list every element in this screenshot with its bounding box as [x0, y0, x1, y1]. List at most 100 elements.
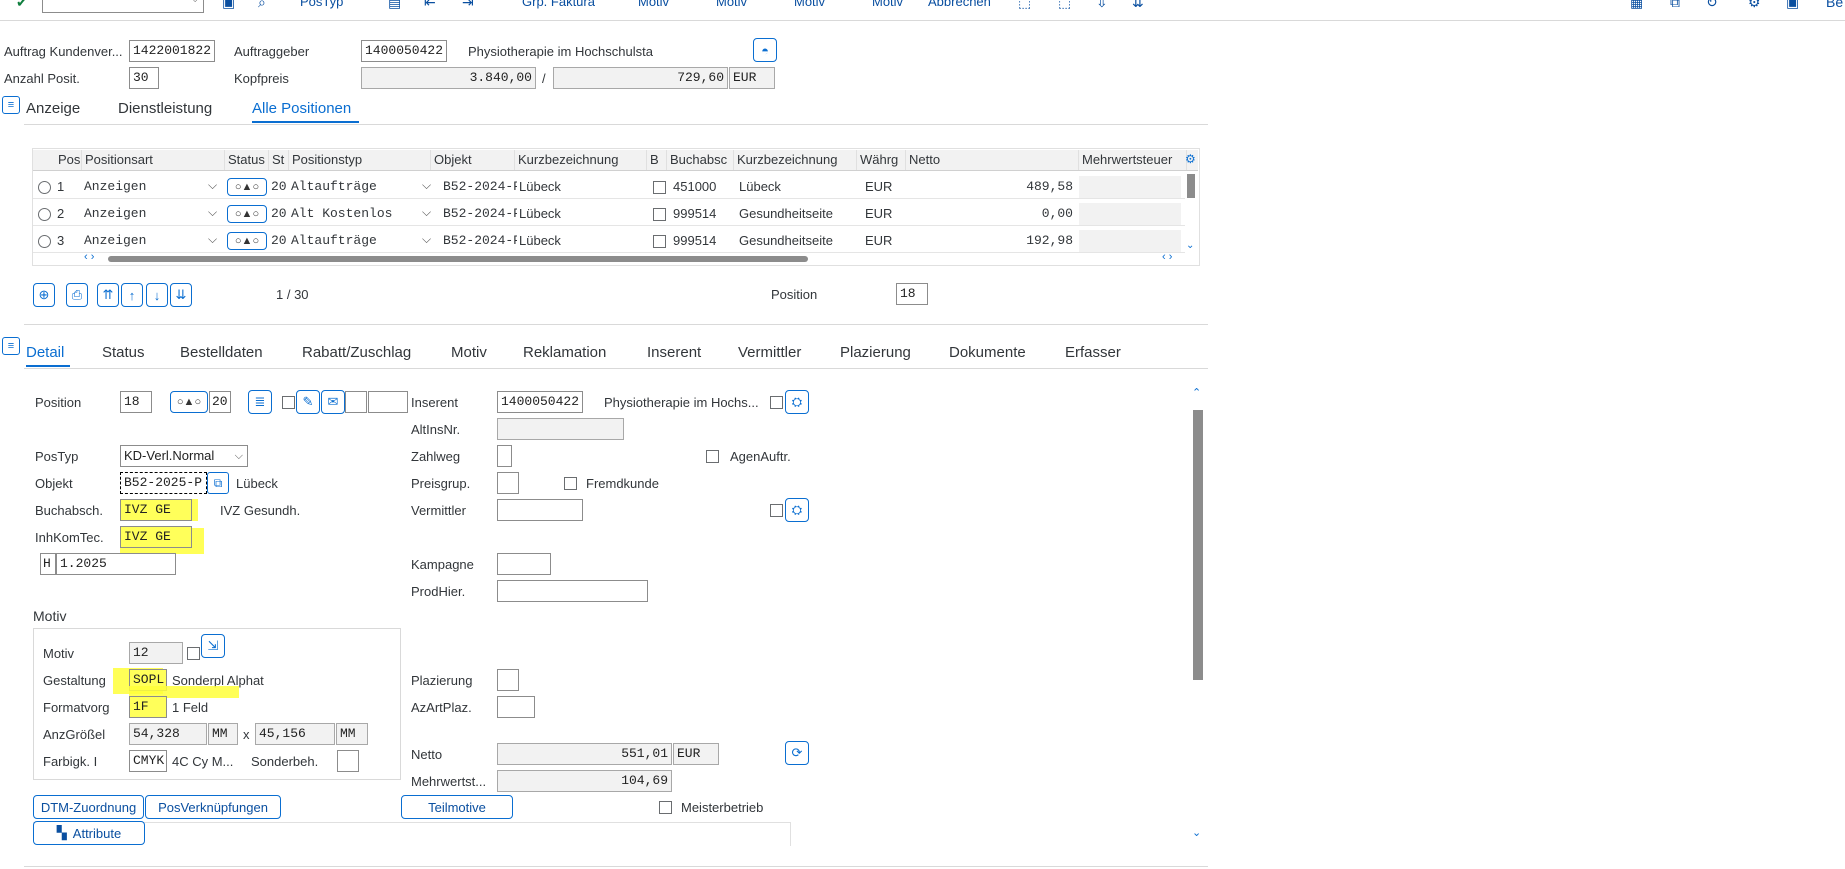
tab-vermittler[interactable]: Vermittler — [738, 344, 801, 361]
row-select-radio[interactable] — [38, 235, 51, 248]
tab-alle-positionen[interactable]: Alle Positionen — [252, 100, 351, 117]
posverknuepfungen-button[interactable]: PosVerknüpfungen — [145, 795, 281, 819]
chevron-down-icon[interactable]: ⌵ — [422, 232, 431, 247]
chevron-down-icon[interactable]: ⌵ — [422, 178, 431, 193]
chevron-down-icon[interactable]: ⌵ — [208, 205, 217, 220]
scroll-left-icon[interactable]: ‹ › — [84, 251, 94, 263]
grid-position-field[interactable]: 18 — [896, 283, 928, 305]
print-icon[interactable]: ⎙ — [66, 283, 88, 307]
farbigk-field[interactable]: CMYK — [129, 750, 167, 772]
zahlweg-field[interactable] — [497, 445, 512, 467]
last-page-icon[interactable]: ⇊ — [170, 283, 192, 307]
inserent-checkbox[interactable] — [770, 396, 783, 409]
empty-field[interactable] — [345, 391, 367, 413]
status-icon[interactable]: ○▲○ — [227, 205, 267, 223]
mail-icon[interactable]: ✉ — [321, 390, 345, 414]
meisterbetrieb-checkbox[interactable] — [659, 801, 672, 814]
cell-art[interactable]: Anzeigen — [82, 230, 212, 252]
tab-status[interactable]: Status — [102, 344, 145, 361]
recalc-icon[interactable]: ⟳ — [785, 741, 809, 765]
scroll-down-icon[interactable]: ⌄ — [1186, 240, 1194, 251]
cell-typ[interactable]: Altaufträge — [289, 176, 419, 198]
chevron-down-icon[interactable]: ⌵ — [422, 205, 431, 220]
kampagne-field[interactable] — [497, 553, 551, 575]
tab-detail[interactable]: Detail — [26, 344, 64, 361]
chevron-down-icon[interactable]: ⌵ — [208, 232, 217, 247]
status-icon[interactable]: ○▲○ — [227, 232, 267, 250]
col-positionstyp[interactable]: Positionstyp — [289, 150, 431, 170]
export-icon[interactable]: ⬚ — [1018, 0, 1031, 11]
scrollbar-thumb[interactable] — [108, 256, 808, 262]
col-kurzbezeichnung[interactable]: Kurzbezeichnung — [515, 150, 647, 170]
col-objekt[interactable]: Objekt — [431, 150, 515, 170]
empty-field[interactable] — [368, 391, 408, 413]
table-row[interactable]: 1 Anzeigen ⌵ ○▲○ 20 Altaufträge ⌵ B52-20… — [33, 176, 1185, 199]
collapse-icon[interactable]: ≡ — [2, 337, 20, 355]
col-positionsart[interactable]: Positionsart — [82, 150, 225, 170]
tab-reklamation[interactable]: Reklamation — [523, 344, 606, 361]
cell-art[interactable]: Anzeigen — [82, 203, 212, 225]
inhkomtec-field[interactable]: IVZ GE — [120, 526, 192, 548]
status-icon[interactable]: ○▲○ — [170, 391, 208, 413]
tab-rabatt-zuschlag[interactable]: Rabatt/Zuschlag — [302, 344, 411, 361]
detail-checkbox[interactable] — [282, 396, 295, 409]
copy-icon[interactable]: ⧉ — [207, 472, 229, 494]
table-row[interactable]: 3 Anzeigen ⌵ ○▲○ 20 Altaufträge ⌵ B52-20… — [33, 230, 1185, 253]
prodhier-field[interactable] — [497, 580, 648, 602]
tab-bestelldaten[interactable]: Bestelldaten — [180, 344, 263, 361]
col-status[interactable]: Status — [225, 150, 269, 170]
preisgrup-field[interactable] — [497, 472, 519, 494]
table-row[interactable]: 2 Anzeigen ⌵ ○▲○ 20 Alt Kostenlos ⌵ B52-… — [33, 203, 1185, 226]
row-select-radio[interactable] — [38, 208, 51, 221]
toolbar-motiv-button-1[interactable]: Motiv — [638, 0, 669, 9]
list-icon[interactable]: ≣ — [248, 390, 272, 414]
tab-erfasser[interactable]: Erfasser — [1065, 344, 1121, 361]
horizontal-scrollbar[interactable]: ‹ › ‹ › — [84, 251, 1198, 264]
col-mehrwertsteuer[interactable]: Mehrwertsteuer — [1079, 150, 1187, 170]
scroll-up-icon[interactable]: ⌃ — [1192, 386, 1201, 399]
sonderbeh-field[interactable] — [337, 750, 359, 772]
col-waehrg[interactable]: Währg — [857, 150, 906, 170]
period-field[interactable]: 1.2025 — [56, 553, 176, 575]
row-checkbox[interactable] — [653, 235, 666, 248]
status-icon[interactable]: ○▲○ — [227, 178, 267, 196]
download-all-icon[interactable]: ⇊ — [1132, 0, 1144, 11]
postyp-select[interactable]: KD-Verl.Normal ⌵ — [120, 445, 248, 467]
window-icon[interactable]: ⬚ — [1058, 0, 1071, 11]
toolbar-abbrechen-button[interactable]: Abbrechen — [928, 0, 991, 9]
toolbar-motiv-button-4[interactable]: Motiv — [872, 0, 903, 9]
anzahl-field[interactable]: 30 — [129, 67, 159, 89]
row-checkbox[interactable] — [653, 208, 666, 221]
tab-inserent[interactable]: Inserent — [647, 344, 701, 361]
col-b[interactable]: B — [647, 150, 667, 170]
row-select-radio[interactable] — [38, 181, 51, 194]
row-checkbox[interactable] — [653, 181, 666, 194]
toolbar-motiv-button-3[interactable]: Motiv — [794, 0, 825, 9]
teilmotive-button[interactable]: Teilmotive — [401, 795, 513, 819]
vermittler-checkbox[interactable] — [770, 504, 783, 517]
inserent-field[interactable]: 1400050422 — [497, 391, 583, 413]
toolbar-postyp-button[interactable]: PosTyp — [300, 0, 343, 9]
auftraggeber-field[interactable]: 1400050422 — [361, 40, 447, 62]
attribute-button[interactable]: ▚ Attribute — [33, 821, 145, 845]
motiv-checkbox[interactable] — [187, 647, 200, 660]
zoom-icon[interactable]: ⊕ — [33, 283, 55, 307]
forward-icon[interactable]: ⇥ — [462, 0, 474, 11]
tab-plazierung[interactable]: Plazierung — [840, 344, 911, 361]
back-icon[interactable]: ⇤ — [424, 0, 436, 11]
partner-icon[interactable]: ⛭ — [785, 498, 809, 522]
buchabsch-field[interactable]: IVZ GE — [120, 499, 192, 521]
check-icon[interactable]: ✔ — [16, 0, 28, 11]
refresh-icon[interactable]: ↻ — [1706, 0, 1718, 11]
toolbar-grp-faktura-button[interactable]: Grp. Faktura — [522, 0, 595, 9]
gear-icon[interactable]: ⚙ — [1748, 0, 1761, 11]
col-pos[interactable]: Pos — [55, 150, 82, 170]
scroll-down-icon[interactable]: ⌄ — [1192, 826, 1201, 839]
dtm-zuordnung-button[interactable]: DTM-Zuordnung — [33, 795, 144, 819]
chevron-down-icon[interactable]: ⌵ — [208, 178, 217, 193]
tab-anzeige[interactable]: Anzeige — [26, 100, 80, 117]
command-field[interactable]: ⌵ — [42, 0, 204, 13]
panel-icon[interactable]: ▣ — [1786, 0, 1799, 11]
h-field[interactable]: H — [40, 553, 56, 575]
partner-icon[interactable]: ⛭ — [785, 390, 809, 414]
